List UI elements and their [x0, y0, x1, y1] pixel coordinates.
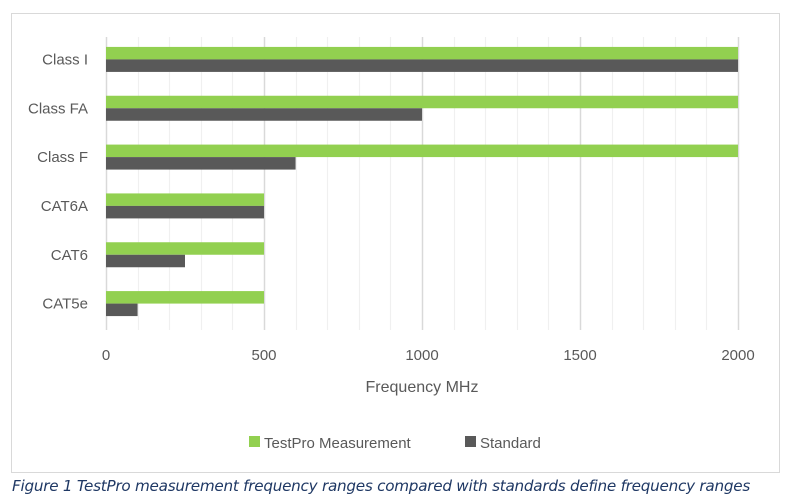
category-label: CAT5e	[42, 296, 88, 313]
bar-standard	[106, 157, 296, 170]
legend-label-testpro: TestPro Measurement	[264, 435, 412, 452]
bar-testpro	[106, 46, 738, 60]
category-label: CAT6A	[41, 198, 88, 215]
x-tick-label: 1500	[563, 347, 596, 364]
legend: TestPro Measurement Standard	[249, 435, 541, 452]
x-tick-label: 1000	[405, 347, 438, 364]
bar-standard	[106, 108, 422, 121]
x-tick-label: 2000	[721, 347, 754, 364]
bar-chart: Class I Class FA Class F CAT6A CAT6 CAT5e 0 50…	[28, 37, 755, 452]
bar-testpro	[106, 95, 738, 109]
category-label: CAT6	[51, 247, 88, 264]
bar-standard	[106, 205, 264, 219]
category-label: Class F	[37, 149, 88, 166]
category-label: Class FA	[28, 100, 88, 117]
x-tick-label: 500	[251, 347, 276, 364]
bar-testpro	[106, 291, 264, 304]
legend-swatch-testpro	[249, 436, 260, 447]
x-axis-title: Frequency MHz	[366, 379, 479, 396]
x-tick-labels: 0 500 1000 1500 2000	[102, 347, 755, 364]
category-labels: Class I Class FA Class F CAT6A CAT6 CAT5e	[28, 51, 88, 312]
x-tick-label: 0	[102, 347, 110, 364]
bar-testpro	[106, 242, 264, 255]
bar-standard	[106, 303, 138, 317]
bar-standard	[106, 59, 738, 72]
bar-standard	[106, 254, 185, 268]
gridlines	[105, 37, 740, 330]
legend-label-standard: Standard	[480, 435, 541, 452]
legend-swatch-standard	[465, 436, 476, 447]
bar-testpro	[106, 193, 264, 206]
figure-caption: Figure 1 TestPro measurement frequency r…	[12, 477, 750, 495]
category-label: Class I	[42, 51, 88, 68]
bar-testpro	[106, 144, 738, 158]
